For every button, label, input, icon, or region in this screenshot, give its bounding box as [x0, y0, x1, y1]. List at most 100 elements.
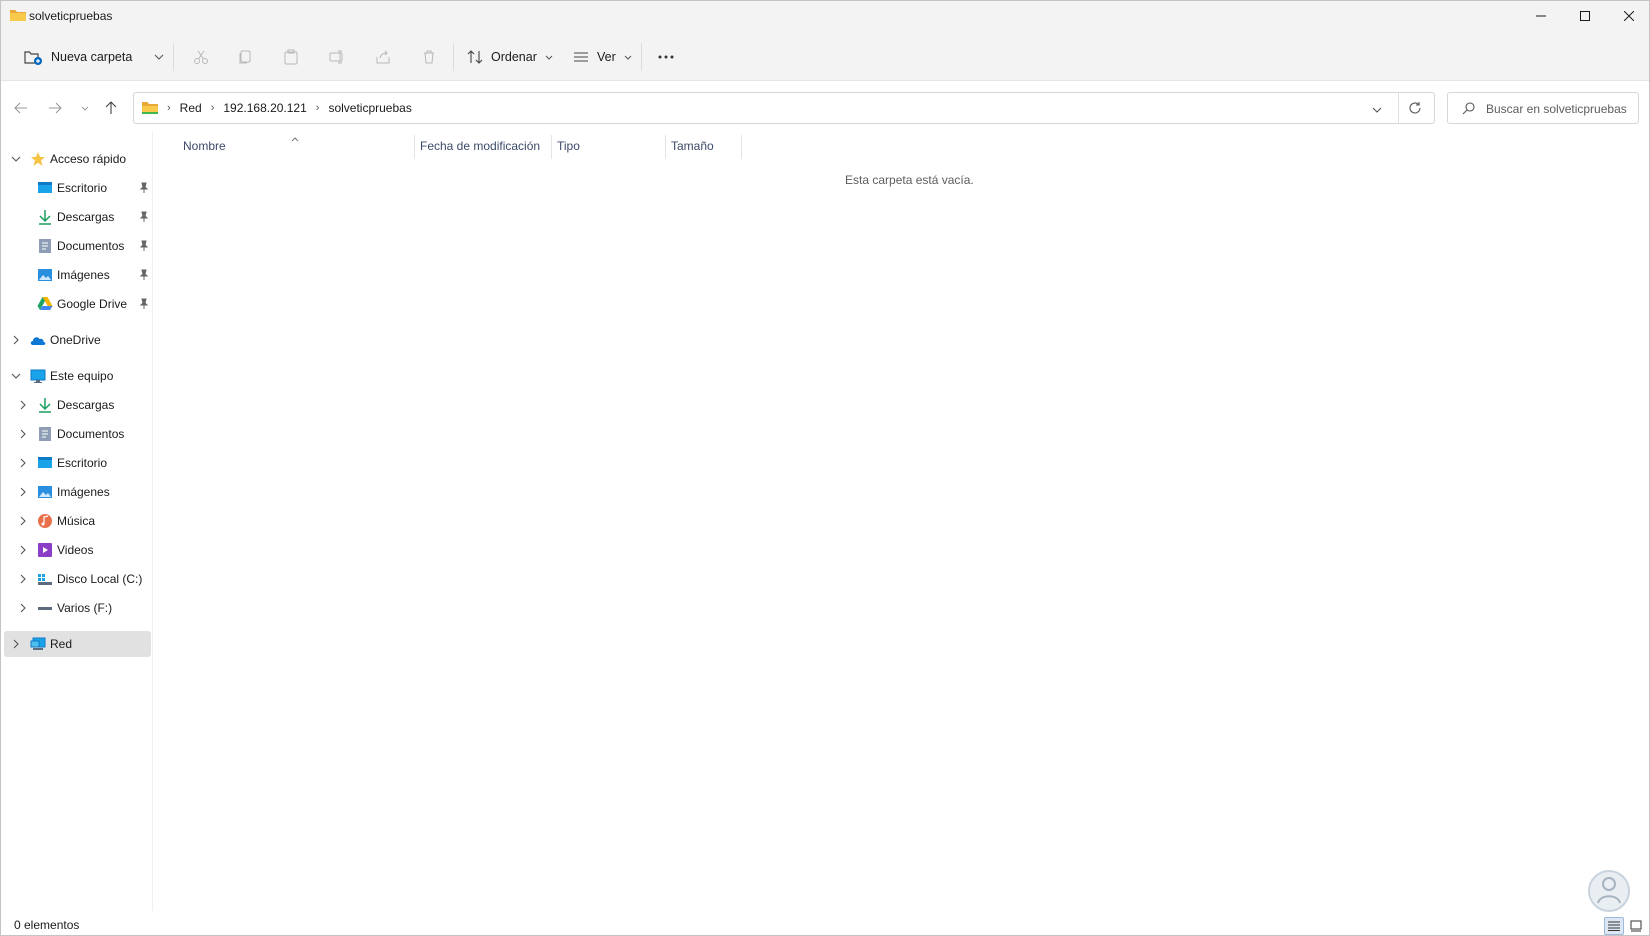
- chevron-right-icon[interactable]: [16, 572, 30, 586]
- column-divider[interactable]: [665, 135, 666, 159]
- breadcrumb-ip[interactable]: 192.168.20.121: [223, 101, 306, 115]
- more-options-button[interactable]: [653, 41, 679, 73]
- new-folder-label: Nueva carpeta: [51, 50, 133, 64]
- column-divider[interactable]: [551, 135, 552, 159]
- sidebar-item-pc-varios-f[interactable]: Varios (F:): [4, 595, 151, 621]
- share-icon: [376, 50, 390, 64]
- cut-button[interactable]: [189, 41, 213, 73]
- chevron-down-icon: [81, 106, 89, 111]
- address-dropdown-button[interactable]: [1372, 102, 1382, 116]
- sidebar-item-quick-access[interactable]: Acceso rápido: [4, 146, 151, 172]
- view-icon: [574, 52, 588, 62]
- folder-icon: [142, 102, 158, 114]
- onedrive-icon: [30, 337, 46, 345]
- details-view-icon: [1608, 921, 1620, 931]
- sidebar-item-this-pc[interactable]: Este equipo: [4, 363, 151, 389]
- folder-icon: [10, 10, 26, 21]
- large-icons-view-icon: [1630, 920, 1642, 932]
- sidebar-item-pc-descargas[interactable]: Descargas: [4, 392, 151, 418]
- search-placeholder: Buscar en solveticpruebas: [1486, 102, 1627, 116]
- chevron-right-icon[interactable]: [9, 637, 23, 651]
- rename-button[interactable]: [325, 41, 349, 73]
- breadcrumb-separator: ›: [315, 102, 320, 114]
- sidebar-item-label: Acceso rápido: [50, 152, 127, 166]
- chevron-down-icon[interactable]: [9, 369, 23, 383]
- share-button[interactable]: [371, 41, 395, 73]
- chevron-right-icon[interactable]: [16, 427, 30, 441]
- sidebar-item-pc-imagenes[interactable]: Imágenes: [4, 479, 151, 505]
- large-icons-view-button[interactable]: [1626, 917, 1646, 935]
- breadcrumb-current-folder[interactable]: solveticpruebas: [328, 101, 411, 115]
- chevron-right-icon[interactable]: [16, 543, 30, 557]
- refresh-button[interactable]: [1408, 101, 1422, 118]
- column-divider[interactable]: [414, 135, 415, 159]
- search-input[interactable]: Buscar en solveticpruebas: [1447, 92, 1639, 124]
- sidebar-item-escritorio[interactable]: Escritorio: [4, 175, 151, 201]
- sidebar-item-label: Disco Local (C:): [57, 572, 143, 586]
- chevron-down-icon: [545, 55, 553, 60]
- image-icon: [38, 269, 52, 281]
- sidebar-item-pc-disco-c[interactable]: Disco Local (C:): [4, 566, 151, 592]
- chevron-right-icon[interactable]: [9, 333, 23, 347]
- document-icon: [39, 239, 51, 253]
- sort-icon: [467, 50, 483, 64]
- column-header-name[interactable]: Nombre: [183, 139, 226, 153]
- separator: [641, 43, 642, 71]
- column-header-size[interactable]: Tamaño: [671, 139, 714, 153]
- sidebar-item-label: Descargas: [57, 398, 115, 412]
- chevron-down-icon: [624, 55, 632, 60]
- sidebar-item-documentos[interactable]: Documentos: [4, 233, 151, 259]
- sidebar-item-label: Red: [50, 637, 73, 651]
- sidebar-item-imagenes[interactable]: Imágenes: [4, 262, 151, 288]
- chevron-right-icon[interactable]: [16, 601, 30, 615]
- up-button[interactable]: [99, 96, 123, 120]
- sidebar-item-descargas[interactable]: Descargas: [4, 204, 151, 230]
- close-button[interactable]: [1607, 1, 1649, 31]
- computer-icon: [30, 369, 46, 383]
- paste-button[interactable]: [279, 41, 303, 73]
- chevron-down-icon: [154, 54, 164, 60]
- copy-button[interactable]: [233, 41, 257, 73]
- sidebar-item-label: Imágenes: [57, 485, 110, 499]
- maximize-icon: [1580, 11, 1590, 21]
- pin-icon: [139, 182, 149, 193]
- sort-button[interactable]: Ordenar: [467, 41, 553, 73]
- column-header-modified[interactable]: Fecha de modificación: [420, 139, 540, 153]
- recent-locations-button[interactable]: [73, 96, 97, 120]
- maximize-button[interactable]: [1563, 1, 1607, 31]
- back-button[interactable]: [9, 96, 33, 120]
- sidebar-item-google-drive[interactable]: Google Drive: [4, 291, 151, 317]
- delete-button[interactable]: [417, 41, 441, 73]
- sidebar-item-pc-musica[interactable]: Música: [4, 508, 151, 534]
- chevron-right-icon[interactable]: [16, 485, 30, 499]
- sidebar-item-pc-documentos[interactable]: Documentos: [4, 421, 151, 447]
- sidebar-item-label: Documentos: [57, 239, 125, 253]
- network-icon: [30, 637, 46, 650]
- sidebar-item-onedrive[interactable]: OneDrive: [4, 327, 151, 353]
- new-folder-button[interactable]: Nueva carpeta: [23, 41, 164, 73]
- sidebar-item-label: Escritorio: [57, 181, 108, 195]
- sidebar-item-network[interactable]: Red: [4, 631, 151, 657]
- forward-button[interactable]: [43, 96, 67, 120]
- sidebar-item-pc-videos[interactable]: Videos: [4, 537, 151, 563]
- sidebar-item-label: Google Drive: [57, 297, 128, 311]
- column-header-type[interactable]: Tipo: [557, 139, 580, 153]
- minimize-button[interactable]: [1519, 1, 1563, 31]
- chevron-right-icon[interactable]: [16, 398, 30, 412]
- breadcrumb-red[interactable]: Red: [180, 101, 202, 115]
- title-bar[interactable]: solveticpruebas: [1, 1, 1649, 31]
- file-list[interactable]: Nombre Fecha de modificación Tipo Tamaño…: [155, 131, 1649, 911]
- sort-ascending-indicator: [291, 131, 299, 145]
- view-button[interactable]: Ver: [573, 41, 632, 73]
- new-folder-icon: [24, 51, 42, 65]
- cut-icon: [194, 50, 208, 64]
- sidebar-item-pc-escritorio[interactable]: Escritorio: [4, 450, 151, 476]
- column-divider[interactable]: [741, 135, 742, 159]
- chevron-right-icon[interactable]: [16, 514, 30, 528]
- refresh-icon: [1409, 102, 1421, 114]
- trash-icon: [424, 50, 434, 64]
- details-view-button[interactable]: [1604, 917, 1624, 935]
- address-bar[interactable]: › Red › 192.168.20.121 › solveticpruebas: [133, 92, 1435, 124]
- chevron-right-icon[interactable]: [16, 456, 30, 470]
- chevron-down-icon[interactable]: [9, 152, 23, 166]
